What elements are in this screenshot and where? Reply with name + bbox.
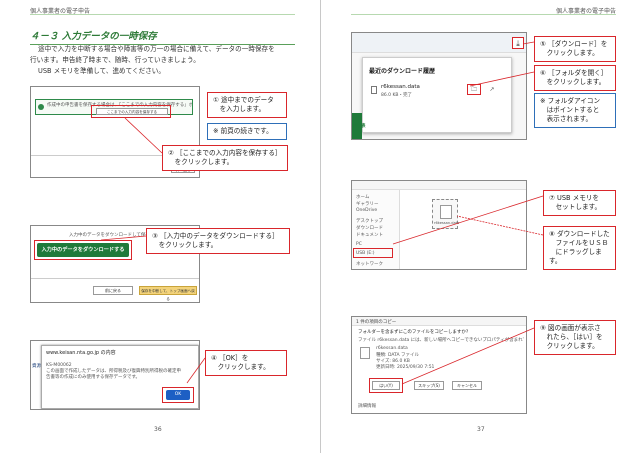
sidebar-item-downloads[interactable]: ダウンロード: [356, 225, 383, 231]
callout-save-progress-line2: をクリックします。: [168, 158, 234, 166]
left-page: 個人事業者の電子申告 ４－３ 入力データの一時保存 途中で入力を中断する場合や障…: [0, 0, 320, 453]
sidebar-item-pc[interactable]: PC: [356, 242, 362, 247]
usb-highlight: [353, 248, 393, 258]
downloads-flyout-title: 最近のダウンロード履歴: [369, 68, 436, 75]
callout-continued-note-text: ※ 前頁の続きです。: [213, 127, 273, 135]
callout-click-yes-line3: クリックします。: [540, 342, 599, 350]
callout-download-data-line1: ③ ［入力中のデータをダウンロードする］: [152, 232, 279, 240]
callout-click-download-line1: ⑤ ［ダウンロード］を: [540, 40, 608, 48]
callout-set-usb-line1: ⑦ USB メモリを: [549, 194, 600, 202]
downloads-flyout: 最近のダウンロード履歴 r6kessan.data 86.0 KB・完了 🗀 ↗: [362, 57, 512, 133]
callout-save-progress: ② ［ここまでの入力内容を保存する］ をクリックします。: [162, 145, 288, 171]
file-icon: [360, 347, 370, 359]
right-header-line: [351, 14, 616, 15]
callout-click-ok: ④ ［OK］を クリックします。: [205, 350, 287, 376]
download-file-meta: 86.0 KB・完了: [381, 93, 412, 98]
callout-drag-file-line3: にドラッグします。: [549, 248, 602, 265]
browser-dialog: www.keisan.nta.go.jp の内容 KS-M00062 この画面で…: [41, 345, 199, 409]
callout-open-folder-line1: ⑥ ［フォルダを開く］: [540, 69, 608, 77]
callout-folder-note-line2: はポイントすると: [540, 106, 600, 114]
screenshot-downloads-panel: ⤓ 最近のダウンロード履歴 r6kessan.data 86.0 KB・完了 🗀…: [351, 32, 527, 140]
file-icon: [371, 86, 377, 94]
downloaded-file-thumbnail[interactable]: r6kessan.data: [432, 199, 460, 229]
divider: [31, 278, 199, 279]
callout-click-ok-line2: クリックします。: [211, 363, 270, 371]
browser-toolbar: ⤓: [352, 33, 526, 53]
explorer-titlebar: [352, 181, 526, 190]
file-icon: [440, 205, 452, 219]
right-page-number: 37: [477, 426, 485, 433]
callout-click-download-line2: クリックします。: [540, 49, 599, 57]
screenshot-confirm-dialog: 資源 www.keisan.nta.go.jp の内容 KS-M00062 この…: [30, 340, 200, 410]
callout-drag-file-line1: ⑧ ダウンロードした: [549, 230, 610, 238]
intro-line-1: 途中で入力を中断する場合や障害等の万一の場合に備えて、データの一時保存を: [38, 45, 275, 53]
sidebar-item-network[interactable]: ネットワーク: [356, 261, 383, 267]
copy-cancel-button[interactable]: キャンセル: [452, 381, 482, 390]
copy-details-toggle[interactable]: 詳細情報: [358, 403, 376, 409]
copy-dialog-message: フォルダーを含まずにこのファイルをコピーしますか?: [358, 330, 469, 335]
section-title: ４－３ 入力データの一時保存: [30, 28, 295, 45]
callout-open-folder: ⑥ ［フォルダを開く］ をクリックします。: [534, 65, 616, 91]
callout-enter-data: ① 途中までのデータ を入力します。: [207, 92, 287, 118]
callout-set-usb-line2: セットします。: [549, 203, 602, 211]
intro-line-3: USB メモリを準備して、進めてください。: [38, 67, 165, 75]
callout-click-yes: ⑨ 図の画面が表示さ れたら、［はい］を クリックします。: [534, 320, 616, 355]
callout-drag-file-line2: ファイルをＵＳＢ: [549, 239, 609, 247]
sidebar-item-documents[interactable]: ドキュメント: [356, 232, 383, 238]
screenshot-copy-dialog: 1 件の項目のコピー フォルダーを含まずにこのファイルをコピーしますか? ファイ…: [351, 316, 527, 414]
sidebar-item-home[interactable]: ホーム: [356, 194, 369, 200]
callout-set-usb: ⑦ USB メモリを セットします。: [543, 190, 616, 216]
copy-dialog-detail: ファイル r6kessan.data には、新しい場所へコピーできないプロパティ…: [358, 338, 524, 343]
side-text: 資源: [32, 364, 41, 369]
callout-click-download: ⑤ ［ダウンロード］を クリックします。: [534, 36, 616, 62]
info-icon: [38, 104, 44, 110]
callout-enter-data-line1: ① 途中までのデータ: [213, 96, 274, 104]
save-button-highlight: [91, 105, 171, 118]
dialog-code: KS-M00062: [46, 363, 72, 368]
right-page: 個人事業者の電子申告 ⤓ 最近のダウンロード履歴 r6kessan.data 8…: [320, 0, 640, 453]
callout-download-data-line2: をクリックします。: [152, 241, 218, 249]
open-folder-icon[interactable]: 🗀: [467, 84, 481, 95]
intro-text: 途中で入力を中断する場合や障害等の万一の場合に備えて、データの一時保存を 行いま…: [30, 44, 295, 77]
left-header-line: [30, 14, 295, 15]
callout-save-progress-line1: ② ［ここまでの入力内容を保存する］: [168, 149, 282, 157]
download-toolbar-icon[interactable]: ⤓: [512, 37, 524, 49]
callout-folder-note-line3: 表示されます。: [540, 115, 593, 123]
copy-file-name: r6kessan.data: [376, 346, 408, 351]
callout-click-ok-line1: ④ ［OK］を: [211, 354, 249, 362]
open-external-icon[interactable]: ↗: [487, 84, 497, 95]
sidebar-item-desktop[interactable]: デスクトップ: [356, 218, 383, 224]
callout-continued-note: ※ 前頁の続きです。: [207, 123, 287, 140]
left-page-number: 36: [154, 426, 162, 433]
callout-download-data: ③ ［入力中のデータをダウンロードする］ をクリックします。: [146, 228, 290, 254]
callout-click-yes-line2: れたら、［はい］を: [540, 333, 603, 341]
dialog-title: www.keisan.nta.go.jp の内容: [46, 350, 116, 356]
intro-line-2: 行います。申告終了時まで、随時、行っていきましょう。: [30, 56, 200, 64]
suspend-top-button[interactable]: 保存を中断して、トップ画面へ戻る: [139, 286, 197, 301]
explorer-sidebar: ホーム ギャラリー OneDrive デスクトップ ダウンロード ドキュメント …: [352, 190, 400, 269]
dialog-message: この画面で作成したデータは、所得税及び復興特別所得税の確定申告書等の作成にのみ使…: [46, 369, 181, 380]
yes-button-highlight: [369, 378, 403, 393]
callout-enter-data-line2: を入力します。: [213, 105, 266, 113]
sidebar-item-onedrive[interactable]: OneDrive: [356, 208, 377, 213]
explorer-file-label: r6kessan.data: [434, 221, 460, 225]
ok-button-highlight: [162, 387, 194, 403]
copy-dialog-title: 1 件の項目のコピー: [352, 317, 526, 326]
back-button[interactable]: 前に戻る: [93, 286, 133, 295]
side-label: 申中表: [352, 124, 366, 129]
screenshot-file-explorer: ホーム ギャラリー OneDrive デスクトップ ダウンロード ドキュメント …: [351, 180, 527, 270]
callout-click-yes-line1: ⑨ 図の画面が表示さ: [540, 324, 601, 332]
callout-open-folder-line2: をクリックします。: [540, 78, 606, 86]
sidebar-item-gallery[interactable]: ギャラリー: [356, 201, 379, 207]
callout-drag-file: ⑧ ダウンロードした ファイルをＵＳＢ にドラッグします。: [543, 226, 616, 270]
callout-folder-icon-note: ※ フォルダアイコン はポイントすると 表示されます。: [534, 93, 616, 128]
callout-folder-note-line1: ※ フォルダアイコン: [540, 97, 601, 105]
copy-file-date: 更新日時: 2025/09/30 7:51: [376, 365, 435, 370]
download-button-highlight: [34, 240, 132, 260]
copy-skip-button[interactable]: スキップ(S): [414, 381, 444, 390]
download-file-name[interactable]: r6kessan.data: [381, 84, 420, 90]
